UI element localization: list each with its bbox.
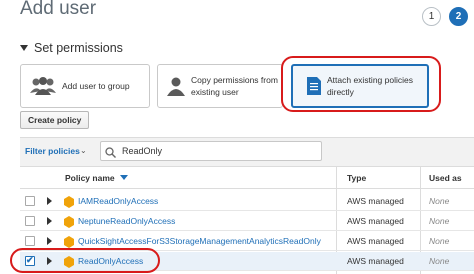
policy-type: AWS managed: [347, 256, 404, 266]
chevron-down-icon[interactable]: ⌄: [80, 146, 87, 155]
create-policy-button[interactable]: Create policy: [20, 111, 90, 129]
used-as-column-header[interactable]: Used as: [429, 173, 462, 183]
row-checkbox[interactable]: [25, 196, 35, 206]
type-column-header[interactable]: Type: [347, 173, 366, 183]
page-title: Add user: [20, 0, 97, 19]
policy-type: AWS managed: [347, 196, 404, 206]
option-label: Add user to group: [62, 81, 130, 91]
sort-descending-icon: [119, 175, 128, 180]
caret-down-icon: [20, 45, 28, 51]
policy-name-link[interactable]: IAMReadOnlyAccess: [78, 196, 158, 206]
user-icon: [167, 76, 185, 96]
copy-permissions-option[interactable]: Copy permissions from existing user: [157, 64, 283, 108]
used-as-value: None: [429, 216, 450, 226]
highlight-ring: [281, 56, 441, 112]
group-icon: [30, 76, 56, 96]
search-value: ReadOnly: [122, 146, 163, 156]
policy-type: AWS managed: [347, 236, 404, 246]
policy-name-column-header[interactable]: Policy name: [65, 173, 128, 183]
policy-icon: [64, 215, 74, 233]
row-checkbox[interactable]: [25, 236, 35, 246]
highlight-ring: [10, 248, 160, 273]
table-row[interactable]: IAMReadOnlyAccess AWS managed None: [20, 192, 474, 211]
policy-icon: [64, 195, 74, 213]
expand-row-icon[interactable]: [47, 217, 52, 225]
table-header: Policy name Type Used as: [20, 167, 474, 189]
table-row[interactable]: NeptuneReadOnlyAccess AWS managed None: [20, 212, 474, 231]
row-checkbox[interactable]: [25, 216, 35, 226]
add-user-to-group-option[interactable]: Add user to group: [20, 64, 150, 108]
expand-row-icon[interactable]: [47, 197, 52, 205]
used-as-value: None: [429, 256, 450, 266]
expand-row-icon[interactable]: [47, 237, 52, 245]
search-input[interactable]: ReadOnly: [100, 141, 322, 161]
option-label: Copy permissions from existing user: [191, 75, 278, 97]
used-as-value: None: [429, 196, 450, 206]
used-as-value: None: [429, 236, 450, 246]
policy-name-link[interactable]: NeptuneReadOnlyAccess: [78, 216, 175, 226]
step-indicator-1[interactable]: 1: [422, 7, 441, 26]
step-indicator-2-current[interactable]: 2: [449, 7, 468, 26]
policy-type: AWS managed: [347, 216, 404, 226]
policy-name-link[interactable]: QuickSightAccessForS3StorageManagementAn…: [78, 236, 321, 246]
set-permissions-section-toggle[interactable]: Set permissions: [20, 41, 123, 55]
section-title: Set permissions: [34, 41, 123, 55]
filter-policies-dropdown[interactable]: Filter policies: [25, 146, 80, 156]
filter-bar: Filter policies ⌄ ReadOnly: [20, 137, 474, 167]
search-icon: [105, 145, 116, 163]
